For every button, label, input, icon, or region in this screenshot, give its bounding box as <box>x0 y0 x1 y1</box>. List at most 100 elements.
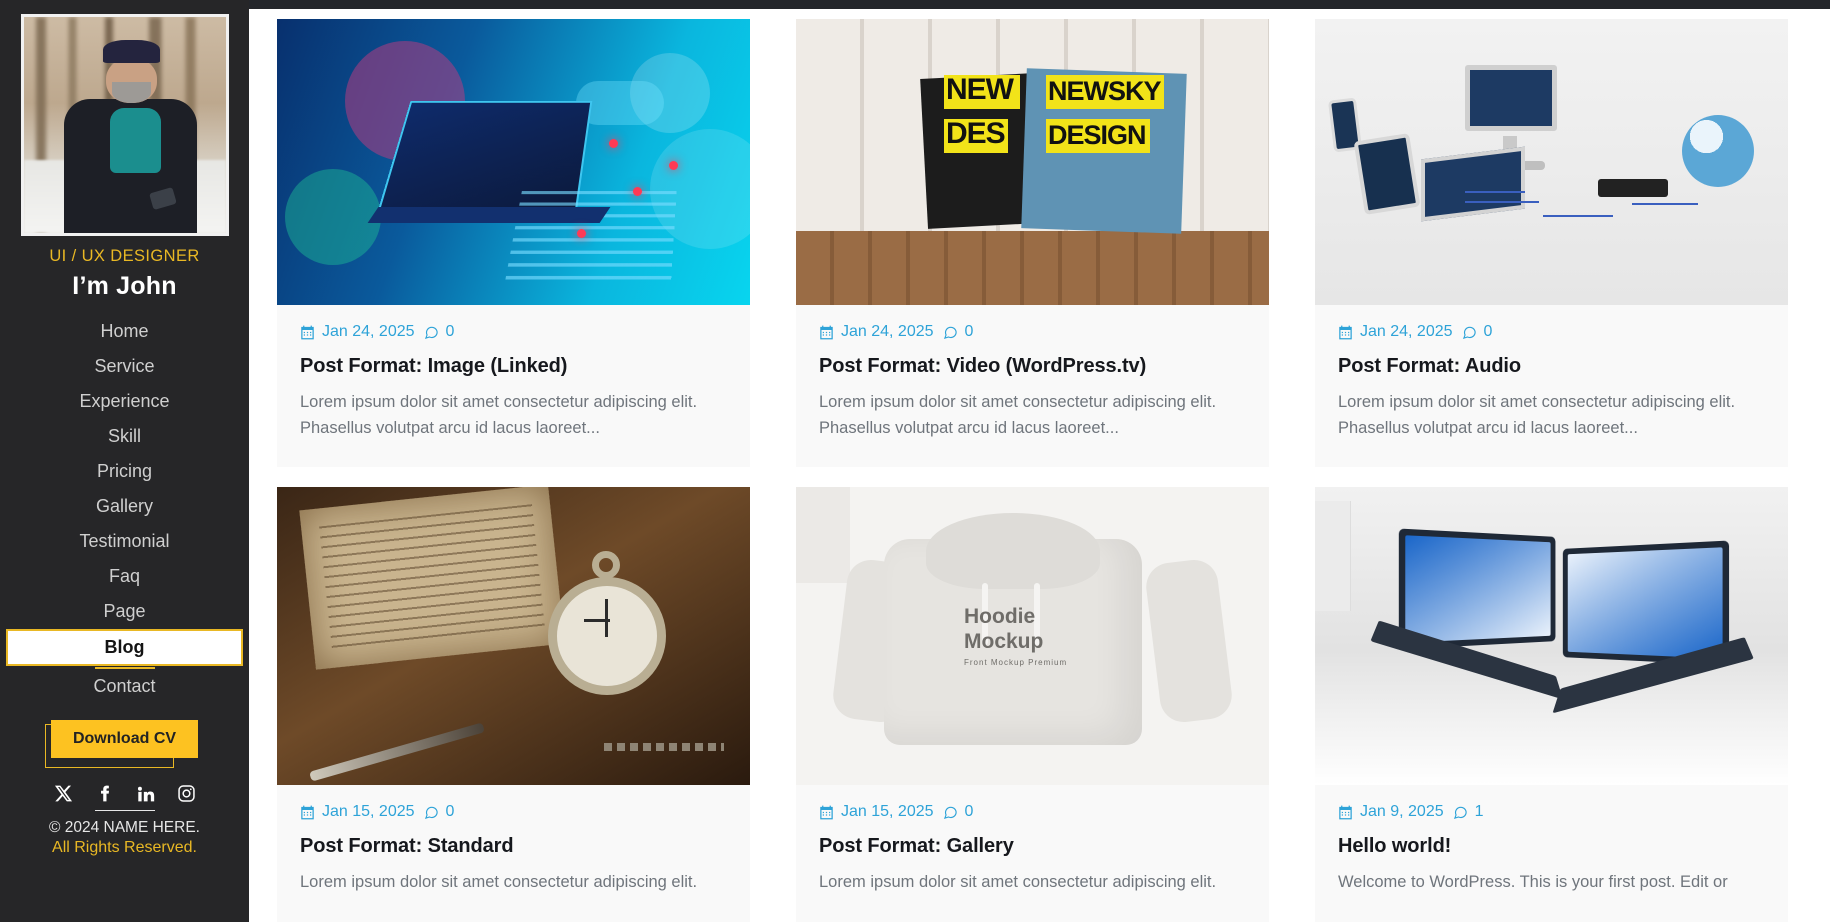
sidebar-item-gallery[interactable]: Gallery <box>0 489 249 524</box>
sidebar-item-skill[interactable]: Skill <box>0 419 249 454</box>
post-body: Jan 15, 2025 0 Post Format: Standard Lor… <box>277 785 750 922</box>
post-excerpt: Welcome to WordPress. This is your first… <box>1338 873 1728 892</box>
calendar-icon <box>1339 325 1352 340</box>
post-date-label: Jan 24, 2025 <box>1360 323 1453 341</box>
post-comments-count: 0 <box>1483 323 1493 341</box>
post-thumbnail-laptops-marketing[interactable] <box>1315 487 1788 786</box>
post-comments[interactable]: 1 <box>1453 803 1484 821</box>
download-cv-wrapper: Download CV <box>44 720 199 768</box>
post-date[interactable]: Jan 15, 2025 <box>819 803 934 821</box>
post-card[interactable]: Jan 24, 2025 0 Post Format: Image (Linke… <box>277 19 750 468</box>
calendar-icon <box>820 805 833 820</box>
post-comments[interactable]: 0 <box>943 323 974 341</box>
x-twitter-icon[interactable] <box>54 784 73 803</box>
post-excerpt: Lorem ipsum dolor sit amet consectetur a… <box>1338 393 1736 437</box>
post-date-label: Jan 9, 2025 <box>1360 803 1444 821</box>
profile-role: UI / UX DESIGNER <box>49 247 200 265</box>
blog-grid: Jan 24, 2025 0 Post Format: Image (Linke… <box>249 9 1830 922</box>
linkedin-icon[interactable] <box>136 784 155 803</box>
sidebar: UI / UX DESIGNER I’m John Home Service E… <box>0 0 249 922</box>
avatar <box>20 14 229 236</box>
post-date[interactable]: Jan 24, 2025 <box>1338 323 1453 341</box>
calendar-icon <box>820 325 833 340</box>
calendar-icon <box>301 805 314 820</box>
comment-icon <box>943 326 957 339</box>
top-strip <box>0 0 1830 9</box>
post-date-label: Jan 24, 2025 <box>841 323 934 341</box>
post-card[interactable]: Hoodie Mockup Front Mockup Premium Jan 1… <box>796 487 1269 922</box>
post-thumbnail-newsky-design-pillows[interactable]: NEW DES NEWSKY DESIGN <box>796 19 1269 306</box>
post-thumbnail-devices-network[interactable] <box>1315 19 1788 306</box>
post-comments-count: 0 <box>964 323 974 341</box>
post-comments[interactable]: 0 <box>424 803 454 821</box>
post-date-label: Jan 24, 2025 <box>322 323 415 341</box>
post-meta: Jan 24, 2025 0 <box>1338 323 1765 341</box>
rights-text[interactable]: All Rights Reserved. <box>52 839 197 857</box>
download-cv-button[interactable]: Download CV <box>50 720 199 758</box>
post-meta: Jan 9, 2025 1 <box>1338 803 1765 821</box>
pillow-text-design: DESIGN <box>1048 120 1147 151</box>
pillow-text-des: DES <box>946 117 1006 151</box>
post-thumbnail-hoodie-mockup[interactable]: Hoodie Mockup Front Mockup Premium <box>796 487 1269 786</box>
avatar-photo <box>23 17 226 233</box>
post-comments[interactable]: 0 <box>1462 323 1493 341</box>
post-thumbnail-tech-illustration[interactable] <box>277 19 750 306</box>
sidebar-item-contact[interactable]: Contact <box>0 669 249 704</box>
comment-icon <box>1453 806 1467 819</box>
post-title[interactable]: Post Format: Video (WordPress.tv) <box>819 355 1246 378</box>
post-date[interactable]: Jan 9, 2025 <box>1338 803 1444 821</box>
comment-icon <box>424 806 438 819</box>
sidebar-item-service[interactable]: Service <box>0 349 249 384</box>
post-body: Jan 9, 2025 1 Hello world! Welcome to Wo… <box>1315 785 1788 922</box>
post-title[interactable]: Post Format: Audio <box>1338 355 1765 378</box>
post-comments[interactable]: 0 <box>943 803 974 821</box>
calendar-icon <box>301 325 314 340</box>
comment-icon <box>943 806 957 819</box>
sidebar-item-experience[interactable]: Experience <box>0 384 249 419</box>
hoodie-caption-line1: Hoodie <box>964 605 1036 629</box>
post-card[interactable]: Jan 9, 2025 1 Hello world! Welcome to Wo… <box>1315 487 1788 922</box>
post-comments-count: 1 <box>1474 803 1484 821</box>
sidebar-item-blog[interactable]: Blog <box>6 629 243 666</box>
post-title[interactable]: Hello world! <box>1338 835 1765 858</box>
sidebar-item-pricing[interactable]: Pricing <box>0 454 249 489</box>
post-excerpt: Lorem ipsum dolor sit amet consectetur a… <box>819 393 1217 437</box>
post-title[interactable]: Post Format: Image (Linked) <box>300 355 727 378</box>
comment-icon <box>424 326 438 339</box>
post-meta: Jan 15, 2025 0 <box>819 803 1246 821</box>
sidebar-item-faq[interactable]: Faq <box>0 559 249 594</box>
post-date[interactable]: Jan 15, 2025 <box>300 803 415 821</box>
post-comments[interactable]: 0 <box>424 323 454 341</box>
page-root: UI / UX DESIGNER I’m John Home Service E… <box>0 0 1830 922</box>
post-meta: Jan 24, 2025 0 <box>819 323 1246 341</box>
post-excerpt: Lorem ipsum dolor sit amet consectetur a… <box>819 873 1217 892</box>
post-excerpt: Lorem ipsum dolor sit amet consectetur a… <box>300 393 698 437</box>
post-body: Jan 15, 2025 0 Post Format: Gallery Lore… <box>796 785 1269 922</box>
pillow-text-newsky: NEWSKY <box>1048 76 1162 107</box>
post-card[interactable]: Jan 24, 2025 0 Post Format: Audio Lorem … <box>1315 19 1788 468</box>
post-card[interactable]: NEW DES NEWSKY DESIGN Jan 24, 2025 0 Pos… <box>796 19 1269 468</box>
instagram-icon[interactable] <box>177 784 196 803</box>
post-body: Jan 24, 2025 0 Post Format: Audio Lorem … <box>1315 305 1788 467</box>
post-title[interactable]: Post Format: Standard <box>300 835 727 858</box>
hoodie-caption-line2: Mockup <box>964 629 1044 653</box>
comment-icon <box>1462 326 1476 339</box>
post-card[interactable]: Jan 15, 2025 0 Post Format: Standard Lor… <box>277 487 750 922</box>
post-comments-count: 0 <box>964 803 974 821</box>
post-body: Jan 24, 2025 0 Post Format: Image (Linke… <box>277 305 750 467</box>
sidebar-item-testimonial[interactable]: Testimonial <box>0 524 249 559</box>
facebook-icon[interactable] <box>95 784 114 803</box>
calendar-icon <box>1339 805 1352 820</box>
post-meta: Jan 15, 2025 0 <box>300 803 727 821</box>
post-thumbnail-vintage-pocket-watch[interactable] <box>277 487 750 786</box>
post-date-label: Jan 15, 2025 <box>322 803 415 821</box>
post-meta: Jan 24, 2025 0 <box>300 323 727 341</box>
sidebar-item-page[interactable]: Page <box>0 594 249 629</box>
post-date[interactable]: Jan 24, 2025 <box>300 323 415 341</box>
sidebar-item-home[interactable]: Home <box>0 314 249 349</box>
post-title[interactable]: Post Format: Gallery <box>819 835 1246 858</box>
footer-divider <box>94 810 155 811</box>
copyright-text: © 2024 NAME HERE. <box>49 819 200 836</box>
post-date[interactable]: Jan 24, 2025 <box>819 323 934 341</box>
hoodie-caption: Hoodie Mockup Front Mockup Premium <box>964 605 1067 666</box>
